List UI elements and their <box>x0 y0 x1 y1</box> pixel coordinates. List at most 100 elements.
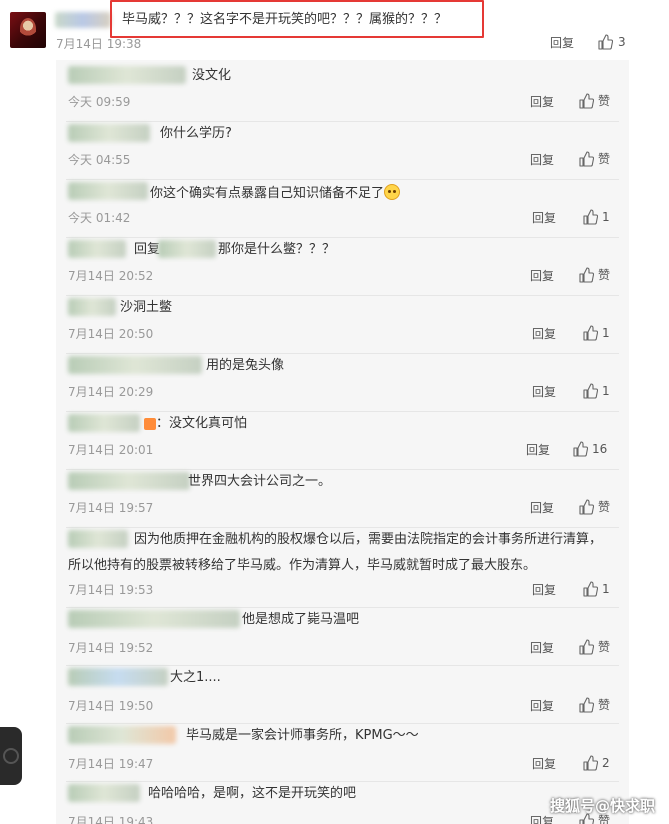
reply-time: 7月14日 19:47 <box>68 757 154 771</box>
reply-text: 你什么学历? <box>160 126 232 141</box>
username-blurred[interactable] <box>68 530 128 548</box>
reply-button[interactable]: 回复 <box>532 756 556 772</box>
reply-button[interactable]: 回复 <box>530 152 554 168</box>
like-button[interactable]: 1 <box>582 209 610 225</box>
reply-time: 7月14日 19:43 <box>68 815 154 824</box>
watermark: 搜狐号@快求职 <box>549 797 655 815</box>
reply-text: ：没文化真可怕 <box>156 416 248 431</box>
like-count: 1 <box>602 582 610 596</box>
reply-text: 毕马威是一家会计师事务所，KPMG～～ <box>186 728 419 743</box>
username-blurred[interactable] <box>68 610 240 628</box>
reply-button[interactable]: 回复 <box>530 268 554 284</box>
reply-button[interactable]: 回复 <box>530 94 554 110</box>
like-count: 16 <box>592 442 608 456</box>
reply-text: 你这个确实有点暴露自己知识储备不足了 <box>150 184 401 202</box>
like-count: 赞 <box>598 698 611 712</box>
reply-time: 7月14日 20:50 <box>68 327 154 341</box>
main-comment-time: 7月14日 19:38 <box>56 37 142 51</box>
thumb-up-icon <box>573 441 588 457</box>
thumb-up-icon <box>598 34 613 50</box>
thumb-up-icon <box>583 581 598 597</box>
username-blurred[interactable] <box>68 356 202 374</box>
like-button[interactable]: 赞 <box>578 499 610 515</box>
reply-time: 7月14日 20:01 <box>68 443 154 457</box>
vip-badge-icon <box>144 418 156 430</box>
reply-text-line2: 所以他持有的股票被转移给了毕马威。作为清算人，毕马威就暂时成了最大股东。 <box>68 558 537 573</box>
reply-prefix: 回复 <box>134 242 161 257</box>
reply-text: 沙洞土鳖 <box>120 300 173 315</box>
mention-blurred[interactable] <box>158 240 216 258</box>
like-count: 2 <box>602 756 610 770</box>
list-item: 他是想成了毙马温吧 7月14日 19:52 回复 赞 <box>66 608 619 666</box>
like-count: 1 <box>602 326 610 340</box>
main-reply-button[interactable]: 回复 <box>550 35 574 51</box>
like-button[interactable]: 1 <box>582 383 610 399</box>
main-like-button[interactable]: 3 <box>597 34 626 50</box>
reply-button[interactable]: 回复 <box>526 442 550 458</box>
like-button[interactable]: 2 <box>582 755 610 771</box>
like-count: 赞 <box>598 500 611 514</box>
username-blurred[interactable] <box>68 784 140 802</box>
side-float-button[interactable] <box>0 727 22 785</box>
reply-button[interactable]: 回复 <box>532 326 556 342</box>
reply-text: 因为他质押在金融机构的股权爆仓以后，需要由法院指定的会计事务所进行清算， <box>134 532 603 547</box>
reply-button[interactable]: 回复 <box>530 500 554 516</box>
reply-time: 今天 04:55 <box>68 153 131 167</box>
list-item: 哈哈哈哈，是啊，这不是开玩笑的吧 7月14日 19:43 回复 赞 <box>66 782 619 824</box>
reply-button[interactable]: 回复 <box>532 210 556 226</box>
reply-text: 大之1.... <box>170 670 221 685</box>
username-blurred[interactable] <box>68 414 140 432</box>
reply-time: 7月14日 19:57 <box>68 501 154 515</box>
reply-button[interactable]: 回复 <box>530 640 554 656</box>
like-button[interactable]: 1 <box>582 325 610 341</box>
username-blurred[interactable] <box>68 298 116 316</box>
thumb-up-icon <box>579 499 594 515</box>
thumb-up-icon <box>579 697 594 713</box>
reply-time: 7月14日 19:53 <box>68 583 154 597</box>
thumb-up-icon <box>583 325 598 341</box>
list-item: 没文化 今天 09:59 回复 赞 <box>66 64 619 122</box>
reply-text: 他是想成了毙马温吧 <box>242 612 360 627</box>
like-count: 赞 <box>598 94 611 108</box>
reply-text-content: 你这个确实有点暴露自己知识储备不足了 <box>150 186 385 201</box>
circle-button-icon <box>3 748 19 764</box>
like-button[interactable]: 赞 <box>578 93 610 109</box>
list-item: ：没文化真可怕 7月14日 20:01 回复 16 <box>66 412 619 470</box>
avatar[interactable] <box>10 12 46 48</box>
reply-text: 没文化 <box>192 68 232 83</box>
reply-button[interactable]: 回复 <box>532 384 556 400</box>
username-blurred[interactable] <box>68 668 168 686</box>
reply-text: 世界四大会计公司之一。 <box>188 474 332 489</box>
like-button[interactable]: 赞 <box>578 267 610 283</box>
reply-time: 7月14日 20:52 <box>68 269 154 283</box>
username-blurred[interactable] <box>68 726 176 744</box>
list-item: 因为他质押在金融机构的股权爆仓以后，需要由法院指定的会计事务所进行清算， 所以他… <box>66 528 619 608</box>
reply-time: 今天 09:59 <box>68 95 131 109</box>
username-blurred[interactable] <box>68 66 186 84</box>
username-blurred[interactable] <box>68 124 150 142</box>
thumb-up-icon <box>579 267 594 283</box>
list-item: 沙洞土鳖 7月14日 20:50 回复 1 <box>66 296 619 354</box>
username-blurred[interactable] <box>55 12 111 28</box>
reply-button[interactable]: 回复 <box>530 698 554 714</box>
like-button[interactable]: 赞 <box>578 639 610 655</box>
thumb-up-icon <box>583 209 598 225</box>
like-button[interactable]: 1 <box>582 581 610 597</box>
reply-time: 7月14日 19:50 <box>68 699 154 713</box>
reply-time: 7月14日 20:29 <box>68 385 154 399</box>
smiley-face-icon <box>384 184 401 200</box>
username-blurred[interactable] <box>68 472 190 490</box>
like-button[interactable]: 赞 <box>578 697 610 713</box>
thumb-up-icon <box>579 93 594 109</box>
list-item: 大之1.... 7月14日 19:50 回复 赞 <box>66 666 619 724</box>
reply-button[interactable]: 回复 <box>532 582 556 598</box>
username-blurred[interactable] <box>68 182 148 200</box>
username-blurred[interactable] <box>68 240 126 258</box>
like-button[interactable]: 赞 <box>578 151 610 167</box>
like-button[interactable]: 16 <box>572 441 607 457</box>
reply-list: 没文化 今天 09:59 回复 赞 你什么学历? 今天 04:55 回复 赞 你… <box>56 60 629 824</box>
reply-text: 用的是兔头像 <box>206 358 285 373</box>
like-count: 赞 <box>598 640 611 654</box>
like-count: 1 <box>602 210 610 224</box>
reply-text: 那你是什么鳖？？？ <box>218 242 336 257</box>
